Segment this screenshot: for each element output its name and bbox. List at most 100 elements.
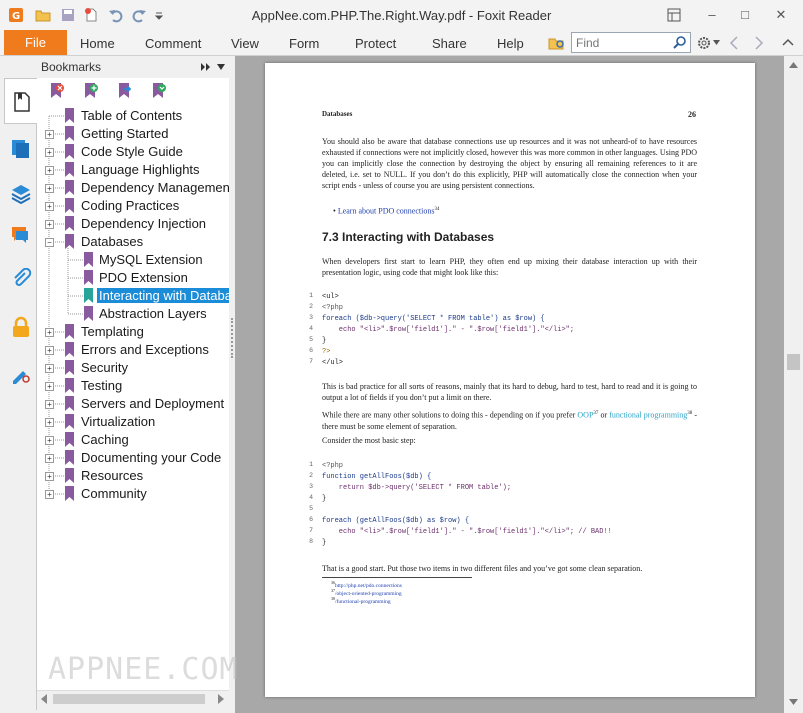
splitter-grip[interactable] — [231, 318, 233, 358]
tab-form[interactable]: Form — [289, 36, 319, 51]
bookmark-item[interactable]: + Code Style Guide — [37, 143, 227, 161]
expand-icon[interactable]: + — [45, 490, 54, 499]
collapse-icon[interactable]: − — [45, 238, 54, 247]
expand-icon[interactable]: + — [45, 472, 54, 481]
expand-icon[interactable]: + — [45, 130, 54, 139]
oop-link[interactable]: OOP — [577, 411, 593, 420]
next-view-icon[interactable] — [753, 36, 765, 50]
bookmark-item[interactable]: + Servers and Deployment — [37, 395, 227, 413]
find-input[interactable] — [572, 33, 668, 52]
bookmark-ribbon-icon — [65, 432, 74, 447]
expand-bookmarks-icon[interactable] — [151, 82, 167, 99]
bookmark-item[interactable]: + Coding Practices — [37, 197, 227, 215]
line-number: 6 — [309, 516, 313, 523]
expand-icon[interactable]: + — [45, 220, 54, 229]
panel-menu-chevron-icon[interactable] — [217, 64, 225, 70]
document-vertical-scrollbar[interactable] — [784, 56, 803, 713]
bookmark-item[interactable]: + Getting Started — [37, 125, 227, 143]
expand-icon[interactable]: + — [45, 328, 54, 337]
maximize-button[interactable]: □ — [735, 6, 755, 24]
pages-panel-icon[interactable] — [10, 138, 32, 160]
line-number: 2 — [309, 472, 313, 479]
bookmark-item[interactable]: Table of Contents — [57, 107, 227, 125]
bookmark-item-selected[interactable]: Interacting with Databa — [37, 287, 229, 305]
code-line: foreach ($db->query('SELECT * FROM table… — [322, 315, 545, 323]
bookmark-label: Documenting your Code — [81, 450, 222, 465]
bookmark-item[interactable]: + Dependency Injection — [37, 215, 227, 233]
move-bookmark-icon[interactable] — [117, 82, 133, 99]
comments-panel-icon[interactable] — [10, 224, 32, 246]
scrollbar-thumb[interactable] — [787, 354, 800, 370]
tab-protect[interactable]: Protect — [355, 36, 396, 51]
expand-icon[interactable]: + — [45, 382, 54, 391]
expand-icon[interactable]: + — [45, 364, 54, 373]
expand-icon[interactable]: + — [45, 346, 54, 355]
scroll-up-icon[interactable] — [789, 61, 798, 68]
search-folder-icon[interactable] — [548, 34, 566, 52]
bookmark-ribbon-icon — [65, 126, 74, 141]
code-line: } — [322, 539, 327, 547]
bookmark-item[interactable]: + Templating — [37, 323, 227, 341]
expand-icon[interactable]: + — [45, 418, 54, 427]
bookmark-item[interactable]: + Testing — [37, 377, 227, 395]
settings-gear-icon[interactable] — [696, 35, 712, 51]
tab-home[interactable]: Home — [80, 36, 115, 51]
expand-icon[interactable]: + — [45, 436, 54, 445]
close-button[interactable]: ✕ — [771, 6, 791, 24]
expand-icon[interactable]: + — [45, 454, 54, 463]
collapse-panel-icon[interactable] — [200, 62, 212, 72]
layers-panel-icon[interactable] — [10, 182, 32, 204]
attachments-panel-icon[interactable] — [10, 268, 32, 290]
expand-icon[interactable]: + — [45, 184, 54, 193]
code-line: ?> — [322, 348, 331, 356]
tab-file[interactable]: File — [4, 30, 67, 55]
search-icon[interactable] — [672, 35, 688, 51]
bookmark-item[interactable]: PDO Extension — [37, 269, 227, 287]
expand-icon[interactable]: + — [45, 202, 54, 211]
bookmark-item[interactable]: Abstraction Layers — [37, 305, 227, 323]
scroll-down-icon[interactable] — [789, 699, 798, 706]
delete-bookmark-icon[interactable] — [49, 82, 65, 99]
bookmark-item[interactable]: + Security — [37, 359, 227, 377]
bookmark-item[interactable]: + Caching — [37, 431, 227, 449]
bookmarks-horizontal-scrollbar[interactable] — [37, 690, 229, 706]
ribbon-toggle-icon[interactable] — [664, 6, 684, 24]
collapse-ribbon-icon[interactable] — [782, 38, 794, 46]
find-field[interactable] — [571, 32, 691, 53]
bookmark-item[interactable]: + Documenting your Code — [37, 449, 227, 467]
bookmark-item[interactable]: MySQL Extension — [37, 251, 227, 269]
bookmarks-panel-button[interactable] — [4, 78, 38, 124]
bookmark-item[interactable]: + Virtualization — [37, 413, 227, 431]
pdf-page: Databases 26 You should also be aware th… — [265, 63, 755, 697]
scroll-left-icon[interactable] — [40, 694, 48, 704]
security-lock-icon[interactable] — [10, 316, 32, 338]
add-bookmark-icon[interactable] — [83, 82, 99, 99]
tab-help[interactable]: Help — [497, 36, 524, 51]
bookmark-item[interactable]: + Community — [37, 485, 227, 503]
bookmark-item[interactable]: + Resources — [37, 467, 227, 485]
chevron-down-icon[interactable] — [713, 40, 720, 45]
bookmark-item[interactable]: + Dependency Management — [37, 179, 229, 197]
previous-view-icon[interactable] — [728, 36, 740, 50]
code-line: <ul> — [322, 293, 339, 301]
expand-icon[interactable]: + — [45, 400, 54, 409]
scrollbar-thumb[interactable] — [53, 694, 205, 704]
footnote-ref: 34 — [434, 207, 440, 212]
signature-panel-icon[interactable] — [10, 362, 32, 384]
expand-icon[interactable]: + — [45, 166, 54, 175]
pdo-connections-link[interactable]: Learn about PDO connections — [338, 207, 435, 216]
tab-comment[interactable]: Comment — [145, 36, 201, 51]
minimize-button[interactable]: – — [702, 6, 722, 24]
expand-icon[interactable]: + — [45, 148, 54, 157]
paragraph-text: or — [598, 410, 610, 420]
bookmark-item[interactable]: − Databases — [37, 233, 227, 251]
functional-programming-link[interactable]: functional programming — [609, 411, 687, 420]
footnote-link[interactable]: /functional-programming — [335, 599, 391, 605]
bookmark-item[interactable]: + Errors and Exceptions — [37, 341, 227, 359]
scroll-right-icon[interactable] — [217, 694, 225, 704]
tab-view[interactable]: View — [231, 36, 259, 51]
bookmark-item[interactable]: + Language Highlights — [37, 161, 227, 179]
bookmarks-panel-header: Bookmarks — [37, 56, 229, 78]
document-viewer[interactable]: Databases 26 You should also be aware th… — [235, 56, 784, 713]
tab-share[interactable]: Share — [432, 36, 467, 51]
